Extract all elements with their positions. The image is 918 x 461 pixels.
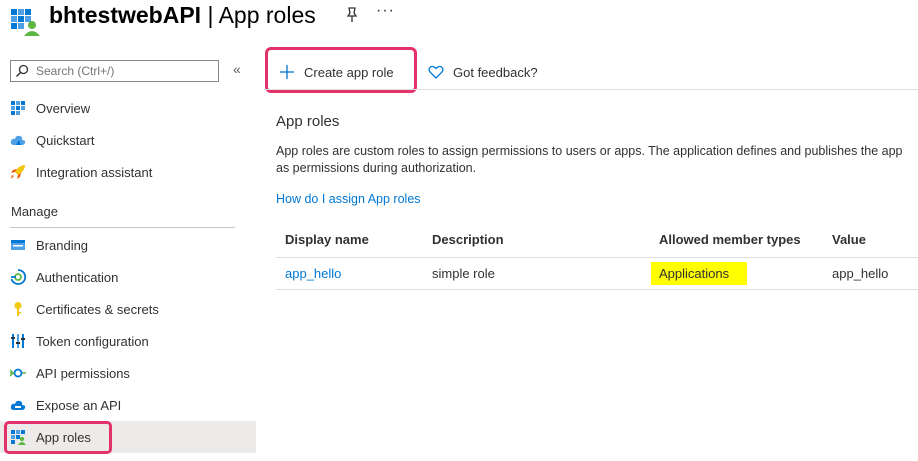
cell-value: app_hello [832,266,889,281]
pin-icon[interactable] [343,6,361,24]
rocket-icon [11,165,25,179]
authentication-icon [10,269,26,285]
cell-display-name-link[interactable]: app_hello [285,266,341,281]
column-header-allowed-member-types[interactable]: Allowed member types [659,232,801,247]
title-separator: | [201,2,219,28]
column-header-display-name[interactable]: Display name [285,232,369,247]
table-header-divider [276,257,918,258]
sidebar-item-label: Token configuration [36,333,149,349]
sidebar-item-label: API permissions [36,365,130,381]
sidebar-item-label: Expose an API [36,397,122,413]
how-to-assign-app-roles-link[interactable]: How do I assign App roles [276,192,421,206]
search-input[interactable] [29,63,218,79]
sidebar-item-label: Integration assistant [36,164,153,180]
sidebar-item-label: Quickstart [36,132,95,148]
sidebar-item-label: Authentication [36,269,119,285]
sidebar-item-label: Branding [36,237,89,253]
key-icon [14,302,22,316]
got-feedback-label: Got feedback? [453,64,538,80]
sidebar-item-quickstart[interactable]: Quickstart [0,124,256,156]
highlight-box-app-roles [4,421,112,454]
search-box[interactable] [10,60,219,82]
column-header-description[interactable]: Description [432,232,504,247]
table-row-divider [276,289,918,290]
column-header-value[interactable]: Value [832,232,866,247]
sidebar-item-certificates-secrets[interactable]: Certificates & secrets [0,293,256,325]
sidebar-item-token-configuration[interactable]: Token configuration [0,325,256,357]
description-line-1: App roles are custom roles to assign per… [276,144,903,158]
section-title: App roles [276,113,340,130]
heart-icon [428,65,444,79]
got-feedback-button[interactable]: Got feedback? [428,58,538,86]
manage-section-label: Manage [11,204,58,219]
sidebar-item-authentication[interactable]: Authentication [0,261,256,293]
cloud-api-icon [10,400,26,410]
branding-icon [11,240,25,250]
search-icon [15,64,29,78]
sidebar-item-integration-assistant[interactable]: Integration assistant [0,156,256,188]
api-permissions-icon [10,368,26,378]
toolbar-divider [264,89,918,90]
app-registration-icon [10,6,40,36]
overview-grid-icon [11,101,25,115]
section-description: App roles are custom roles to assign per… [276,143,918,177]
sidebar-item-label: Certificates & secrets [36,301,159,317]
page-title: bhtestwebAPI | App roles [49,0,316,30]
cloud-icon [10,135,26,145]
sidebar-item-label: Overview [36,100,91,116]
collapse-sidebar-button[interactable]: « [233,61,241,77]
app-name: bhtestwebAPI [49,2,202,28]
more-options-button[interactable]: ··· [376,2,395,20]
cell-description: simple role [432,266,495,281]
cell-allowed-member-types: Applications [659,266,730,281]
token-bars-icon [11,334,25,348]
sidebar-item-overview[interactable]: Overview [0,92,256,124]
section-divider [10,227,235,228]
page-title-text: App roles [218,2,316,28]
highlight-box-create-app-role [265,47,417,93]
description-line-2: as permissions during authorization. [276,161,477,175]
sidebar-item-branding[interactable]: Branding [0,229,256,261]
sidebar-item-api-permissions[interactable]: API permissions [0,357,256,389]
sidebar-item-expose-an-api[interactable]: Expose an API [0,389,256,421]
